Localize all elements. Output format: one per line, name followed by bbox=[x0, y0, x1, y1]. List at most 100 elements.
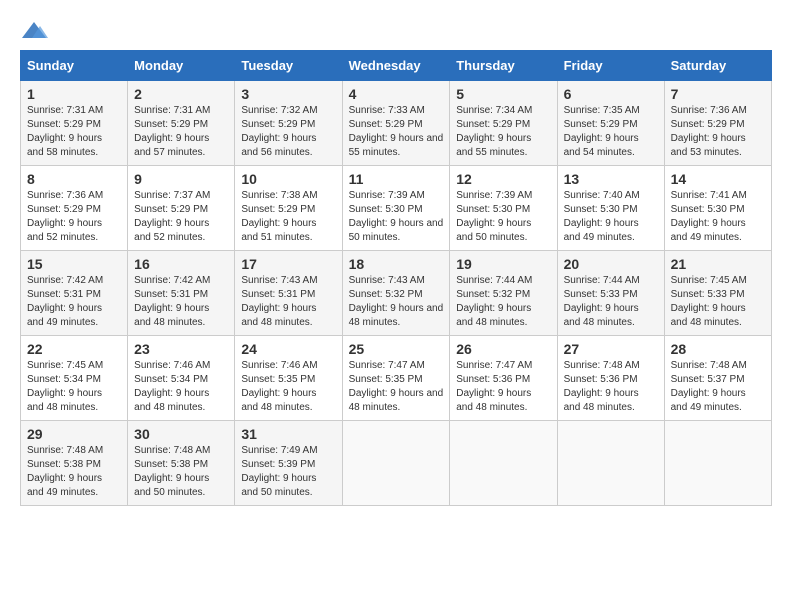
calendar-header-row: SundayMondayTuesdayWednesdayThursdayFrid… bbox=[21, 51, 772, 81]
day-detail: Sunrise: 7:49 AMSunset: 5:39 PMDaylight:… bbox=[241, 444, 335, 500]
day-detail: Sunrise: 7:36 AMSunset: 5:29 PMDaylight:… bbox=[27, 189, 121, 245]
day-number: 10 bbox=[241, 171, 335, 187]
day-number: 11 bbox=[349, 171, 444, 187]
day-number: 29 bbox=[27, 426, 121, 442]
day-detail: Sunrise: 7:31 AMSunset: 5:29 PMDaylight:… bbox=[27, 104, 121, 160]
day-detail: Sunrise: 7:40 AMSunset: 5:30 PMDaylight:… bbox=[564, 189, 658, 245]
day-number: 7 bbox=[671, 86, 765, 102]
day-number: 5 bbox=[456, 86, 550, 102]
calendar-cell: 15Sunrise: 7:42 AMSunset: 5:31 PMDayligh… bbox=[21, 251, 128, 336]
day-detail: Sunrise: 7:47 AMSunset: 5:35 PMDaylight:… bbox=[349, 359, 444, 415]
header bbox=[20, 20, 772, 42]
calendar-week-row: 29 Sunrise: 7:48 AMSunset: 5:38 PMDayligh… bbox=[21, 421, 772, 506]
day-detail: Sunrise: 7:32 AMSunset: 5:29 PMDaylight:… bbox=[241, 104, 335, 160]
calendar-cell: 25 Sunrise: 7:47 AMSunset: 5:35 PMDayligh… bbox=[342, 336, 450, 421]
weekday-header-thursday: Thursday bbox=[450, 51, 557, 81]
calendar-cell: 11 Sunrise: 7:39 AMSunset: 5:30 PMDayligh… bbox=[342, 166, 450, 251]
day-number: 20 bbox=[564, 256, 658, 272]
day-number: 16 bbox=[134, 256, 228, 272]
day-detail: Sunrise: 7:31 AMSunset: 5:29 PMDaylight:… bbox=[134, 104, 228, 160]
day-number: 19 bbox=[456, 256, 550, 272]
day-detail: Sunrise: 7:39 AMSunset: 5:30 PMDaylight:… bbox=[349, 189, 444, 245]
day-detail: Sunrise: 7:37 AMSunset: 5:29 PMDaylight:… bbox=[134, 189, 228, 245]
calendar-cell: 14 Sunrise: 7:41 AMSunset: 5:30 PMDayligh… bbox=[664, 166, 771, 251]
day-detail: Sunrise: 7:38 AMSunset: 5:29 PMDaylight:… bbox=[241, 189, 335, 245]
calendar-cell: 4Sunrise: 7:33 AMSunset: 5:29 PMDaylight… bbox=[342, 81, 450, 166]
calendar-cell bbox=[450, 421, 557, 506]
calendar-cell: 2 Sunrise: 7:31 AMSunset: 5:29 PMDaylight… bbox=[128, 81, 235, 166]
calendar-cell: 26Sunrise: 7:47 AMSunset: 5:36 PMDayligh… bbox=[450, 336, 557, 421]
calendar-week-row: 15Sunrise: 7:42 AMSunset: 5:31 PMDayligh… bbox=[21, 251, 772, 336]
calendar-cell: 18 Sunrise: 7:43 AMSunset: 5:32 PMDayligh… bbox=[342, 251, 450, 336]
day-number: 4 bbox=[349, 86, 444, 102]
calendar-cell: 23 Sunrise: 7:46 AMSunset: 5:34 PMDayligh… bbox=[128, 336, 235, 421]
weekday-header-saturday: Saturday bbox=[664, 51, 771, 81]
calendar-cell: 5 Sunrise: 7:34 AMSunset: 5:29 PMDaylight… bbox=[450, 81, 557, 166]
calendar-cell: 27 Sunrise: 7:48 AMSunset: 5:36 PMDayligh… bbox=[557, 336, 664, 421]
calendar-cell bbox=[557, 421, 664, 506]
calendar-cell: 19 Sunrise: 7:44 AMSunset: 5:32 PMDayligh… bbox=[450, 251, 557, 336]
calendar-cell: 22 Sunrise: 7:45 AMSunset: 5:34 PMDayligh… bbox=[21, 336, 128, 421]
day-number: 3 bbox=[241, 86, 335, 102]
calendar-cell: 24Sunrise: 7:46 AMSunset: 5:35 PMDayligh… bbox=[235, 336, 342, 421]
day-number: 22 bbox=[27, 341, 121, 357]
calendar-cell: 21Sunrise: 7:45 AMSunset: 5:33 PMDayligh… bbox=[664, 251, 771, 336]
day-number: 24 bbox=[241, 341, 335, 357]
weekday-header-monday: Monday bbox=[128, 51, 235, 81]
calendar: SundayMondayTuesdayWednesdayThursdayFrid… bbox=[20, 50, 772, 506]
calendar-cell: 20Sunrise: 7:44 AMSunset: 5:33 PMDayligh… bbox=[557, 251, 664, 336]
calendar-cell: 16 Sunrise: 7:42 AMSunset: 5:31 PMDayligh… bbox=[128, 251, 235, 336]
day-detail: Sunrise: 7:39 AMSunset: 5:30 PMDaylight:… bbox=[456, 189, 550, 245]
calendar-cell: 3 Sunrise: 7:32 AMSunset: 5:29 PMDaylight… bbox=[235, 81, 342, 166]
day-number: 26 bbox=[456, 341, 550, 357]
day-number: 8 bbox=[27, 171, 121, 187]
calendar-cell: 17Sunrise: 7:43 AMSunset: 5:31 PMDayligh… bbox=[235, 251, 342, 336]
day-number: 21 bbox=[671, 256, 765, 272]
day-number: 12 bbox=[456, 171, 550, 187]
day-detail: Sunrise: 7:48 AMSunset: 5:38 PMDaylight:… bbox=[27, 444, 121, 500]
day-number: 27 bbox=[564, 341, 658, 357]
calendar-cell: 30 Sunrise: 7:48 AMSunset: 5:38 PMDayligh… bbox=[128, 421, 235, 506]
day-detail: Sunrise: 7:42 AMSunset: 5:31 PMDaylight:… bbox=[134, 274, 228, 330]
weekday-header-tuesday: Tuesday bbox=[235, 51, 342, 81]
day-number: 13 bbox=[564, 171, 658, 187]
calendar-cell: 28 Sunrise: 7:48 AMSunset: 5:37 PMDayligh… bbox=[664, 336, 771, 421]
calendar-cell: 29 Sunrise: 7:48 AMSunset: 5:38 PMDayligh… bbox=[21, 421, 128, 506]
weekday-header-friday: Friday bbox=[557, 51, 664, 81]
day-detail: Sunrise: 7:48 AMSunset: 5:36 PMDaylight:… bbox=[564, 359, 658, 415]
calendar-body: 1 Sunrise: 7:31 AMSunset: 5:29 PMDaylight… bbox=[21, 81, 772, 506]
day-number: 9 bbox=[134, 171, 228, 187]
calendar-cell: 1 Sunrise: 7:31 AMSunset: 5:29 PMDaylight… bbox=[21, 81, 128, 166]
calendar-cell: 13 Sunrise: 7:40 AMSunset: 5:30 PMDayligh… bbox=[557, 166, 664, 251]
calendar-cell: 6Sunrise: 7:35 AMSunset: 5:29 PMDaylight… bbox=[557, 81, 664, 166]
logo bbox=[20, 20, 50, 42]
calendar-cell bbox=[664, 421, 771, 506]
day-detail: Sunrise: 7:48 AMSunset: 5:37 PMDaylight:… bbox=[671, 359, 765, 415]
day-detail: Sunrise: 7:42 AMSunset: 5:31 PMDaylight:… bbox=[27, 274, 121, 330]
day-detail: Sunrise: 7:43 AMSunset: 5:32 PMDaylight:… bbox=[349, 274, 444, 330]
day-number: 30 bbox=[134, 426, 228, 442]
day-detail: Sunrise: 7:45 AMSunset: 5:34 PMDaylight:… bbox=[27, 359, 121, 415]
calendar-cell bbox=[342, 421, 450, 506]
day-detail: Sunrise: 7:43 AMSunset: 5:31 PMDaylight:… bbox=[241, 274, 335, 330]
day-number: 25 bbox=[349, 341, 444, 357]
day-number: 18 bbox=[349, 256, 444, 272]
day-number: 14 bbox=[671, 171, 765, 187]
day-number: 23 bbox=[134, 341, 228, 357]
weekday-header-sunday: Sunday bbox=[21, 51, 128, 81]
day-number: 28 bbox=[671, 341, 765, 357]
day-number: 1 bbox=[27, 86, 121, 102]
day-detail: Sunrise: 7:48 AMSunset: 5:38 PMDaylight:… bbox=[134, 444, 228, 500]
day-detail: Sunrise: 7:34 AMSunset: 5:29 PMDaylight:… bbox=[456, 104, 550, 160]
calendar-week-row: 1 Sunrise: 7:31 AMSunset: 5:29 PMDaylight… bbox=[21, 81, 772, 166]
calendar-cell: 7 Sunrise: 7:36 AMSunset: 5:29 PMDaylight… bbox=[664, 81, 771, 166]
logo-icon bbox=[20, 20, 48, 42]
day-detail: Sunrise: 7:46 AMSunset: 5:34 PMDaylight:… bbox=[134, 359, 228, 415]
day-detail: Sunrise: 7:36 AMSunset: 5:29 PMDaylight:… bbox=[671, 104, 765, 160]
day-number: 31 bbox=[241, 426, 335, 442]
day-detail: Sunrise: 7:44 AMSunset: 5:32 PMDaylight:… bbox=[456, 274, 550, 330]
calendar-cell: 31 Sunrise: 7:49 AMSunset: 5:39 PMDayligh… bbox=[235, 421, 342, 506]
day-number: 2 bbox=[134, 86, 228, 102]
day-number: 6 bbox=[564, 86, 658, 102]
day-detail: Sunrise: 7:41 AMSunset: 5:30 PMDaylight:… bbox=[671, 189, 765, 245]
